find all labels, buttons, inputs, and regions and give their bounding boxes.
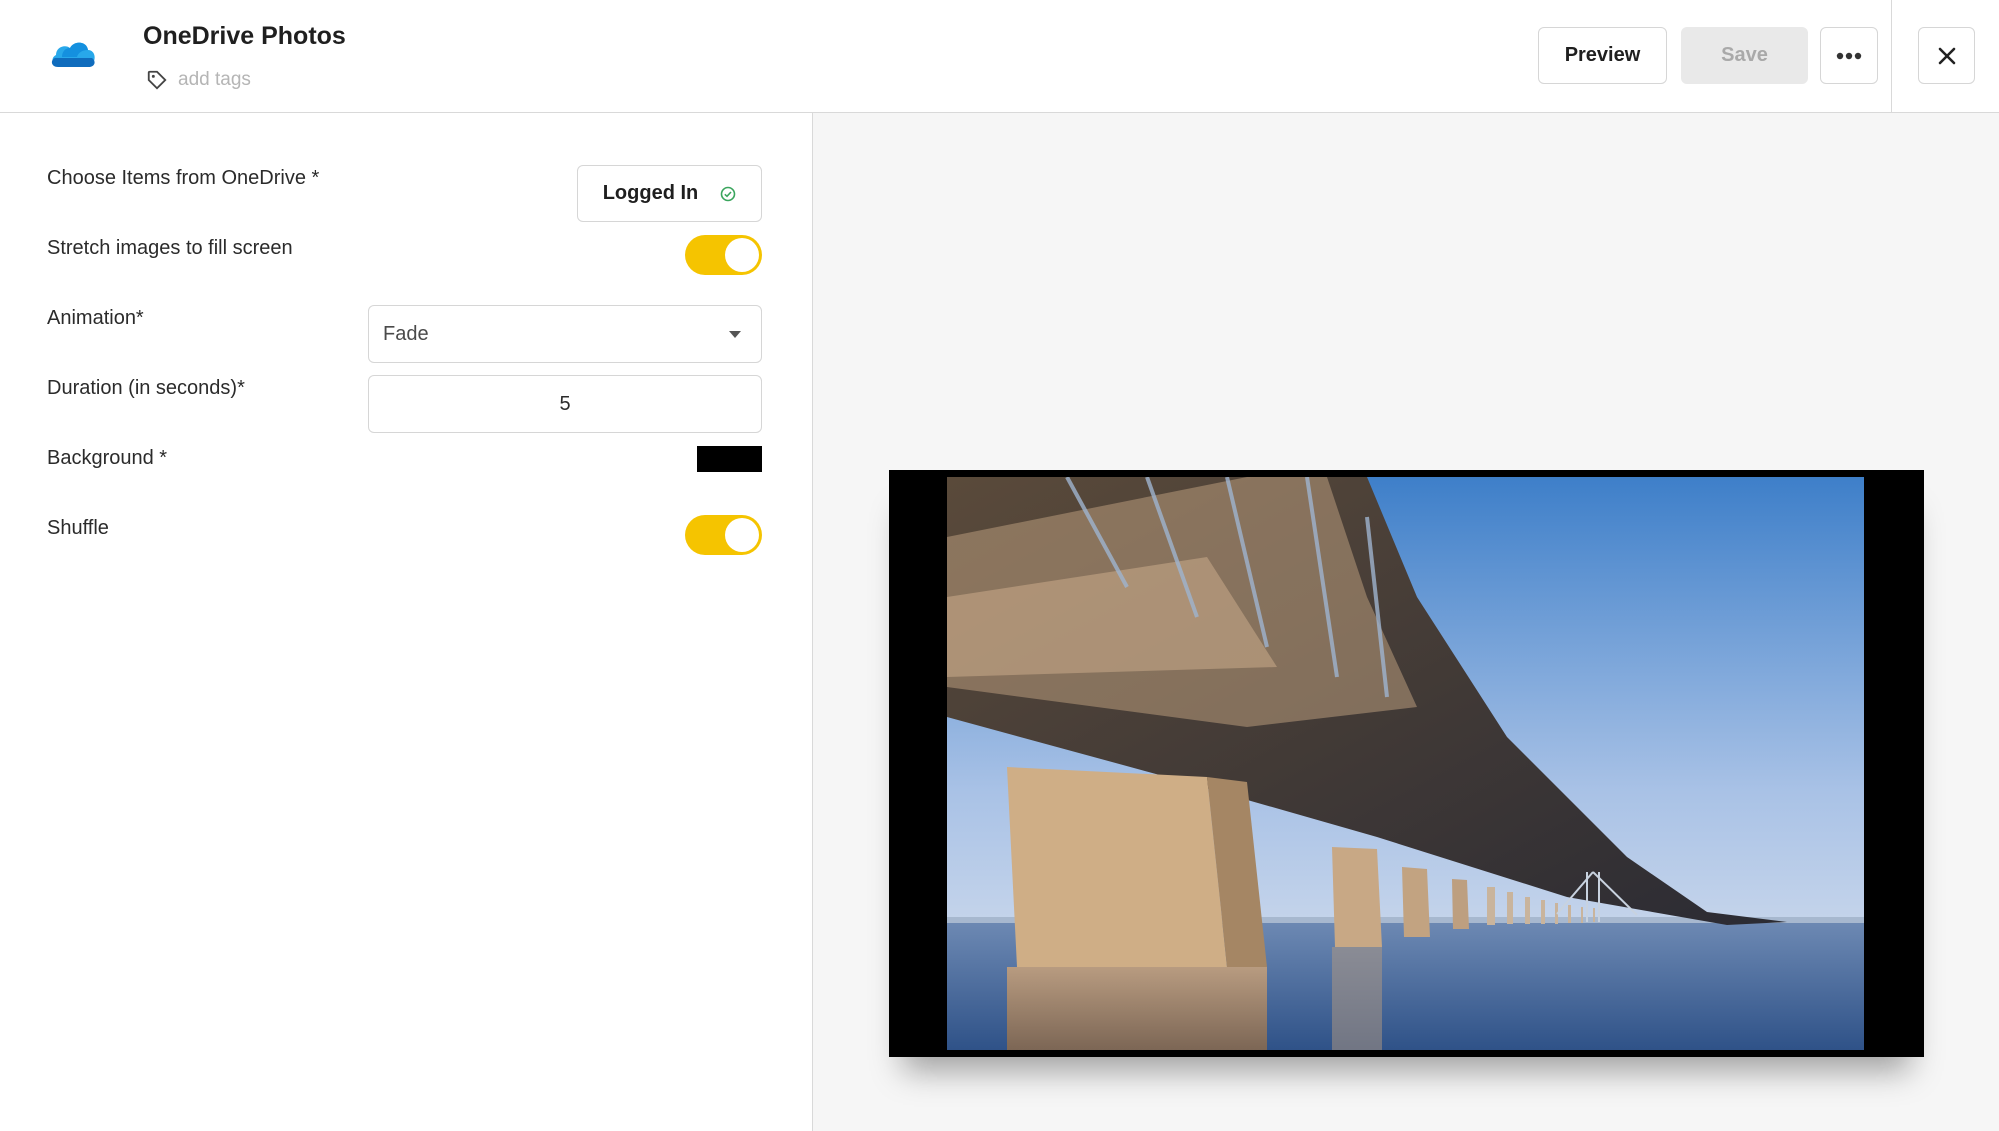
- settings-form: Choose Items from OneDrive * Logged In S…: [0, 113, 813, 1131]
- animation-select[interactable]: Fade: [368, 305, 762, 363]
- onedrive-cloud-icon: [51, 42, 95, 67]
- editor-header: OneDrive Photos add tags Preview Save: [0, 0, 1999, 113]
- save-button[interactable]: Save: [1681, 27, 1808, 84]
- duration-input[interactable]: [368, 375, 762, 433]
- check-circle-icon: [720, 186, 736, 201]
- login-status-text: Logged In: [602, 182, 699, 204]
- animation-selected-value: Fade: [383, 322, 429, 345]
- slideshow-preview: [889, 470, 1924, 1057]
- close-icon: [1938, 47, 1955, 64]
- toggle-knob: [725, 518, 759, 552]
- shuffle-toggle[interactable]: [685, 515, 762, 555]
- stretch-toggle[interactable]: [685, 235, 762, 275]
- stretch-label: Stretch images to fill screen: [47, 237, 293, 259]
- page-title: OneDrive Photos: [143, 22, 346, 50]
- background-label: Background *: [47, 447, 168, 469]
- preview-photo: [947, 477, 1864, 1050]
- add-tags-control[interactable]: add tags: [146, 66, 251, 94]
- caret-down-icon: [729, 331, 741, 338]
- bridge-over-sea-photo: [947, 477, 1864, 1050]
- add-tags-placeholder: add tags: [178, 69, 251, 90]
- close-button[interactable]: [1918, 27, 1975, 84]
- onedrive-login-button[interactable]: Logged In: [577, 165, 762, 222]
- duration-label: Duration (in seconds)*: [47, 377, 245, 399]
- header-divider: [1891, 0, 1892, 113]
- tag-icon: [147, 70, 167, 90]
- more-options-button[interactable]: [1820, 27, 1878, 84]
- source-label: Choose Items from OneDrive *: [47, 167, 320, 189]
- shuffle-label: Shuffle: [47, 517, 109, 539]
- animation-label: Animation*: [47, 307, 144, 329]
- toggle-knob: [725, 238, 759, 272]
- more-horizontal-icon: [1836, 52, 1862, 59]
- background-color-swatch[interactable]: [697, 446, 762, 472]
- preview-panel: [813, 113, 1999, 1131]
- preview-button[interactable]: Preview: [1538, 27, 1667, 84]
